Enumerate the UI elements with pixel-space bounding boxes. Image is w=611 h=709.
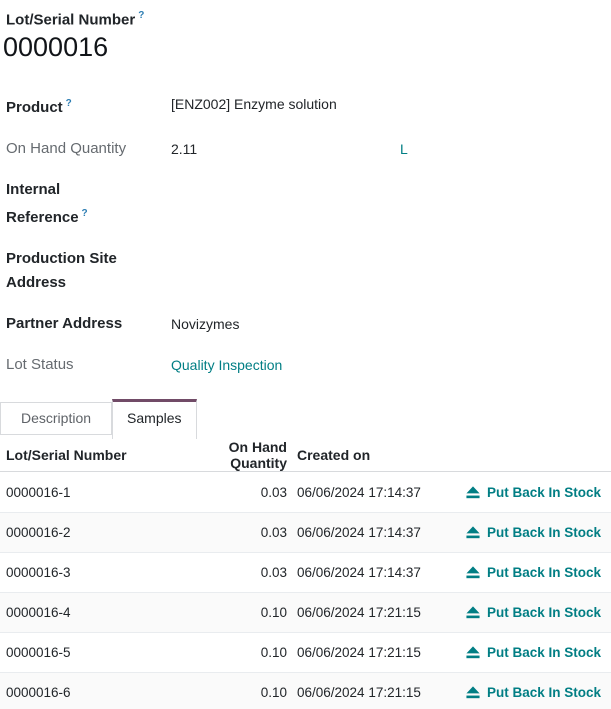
put-back-in-stock-label: Put Back In Stock bbox=[487, 525, 601, 540]
cell-action: Put Back In Stock bbox=[457, 685, 611, 700]
field-internal-reference: Internal Reference? bbox=[6, 178, 611, 230]
header-created-on[interactable]: Created on bbox=[287, 447, 457, 463]
title-label-line: Lot/Serial Number? bbox=[6, 10, 611, 30]
cell-lot-serial-number: 0000016-1 bbox=[0, 485, 176, 500]
field-group: Product? [ENZ002] Enzyme solution On Han… bbox=[0, 92, 611, 377]
field-on-hand-quantity: On Hand Quantity 2.11 L bbox=[6, 137, 611, 161]
put-back-in-stock-label: Put Back In Stock bbox=[487, 605, 601, 620]
put-back-in-stock-button[interactable]: Put Back In Stock bbox=[466, 485, 601, 500]
lot-status-label: Lot Status bbox=[6, 353, 141, 377]
eject-icon bbox=[466, 486, 480, 499]
samples-table: Lot/Serial Number On Hand Quantity Creat… bbox=[0, 439, 611, 709]
tab-samples[interactable]: Samples bbox=[112, 399, 196, 439]
product-value: [ENZ002] Enzyme solution bbox=[171, 92, 611, 120]
cell-action: Put Back In Stock bbox=[457, 645, 611, 660]
internal-reference-label: Internal Reference? bbox=[6, 178, 141, 230]
internal-reference-value bbox=[171, 178, 611, 230]
table-row[interactable]: 0000016-2 0.03 06/06/2024 17:14:37 Put B… bbox=[0, 512, 611, 552]
header-lot-serial-number[interactable]: Lot/Serial Number bbox=[0, 447, 176, 463]
field-partner-address: Partner Address Novizymes bbox=[6, 312, 611, 336]
cell-action: Put Back In Stock bbox=[457, 485, 611, 500]
on-hand-quantity-label: On Hand Quantity bbox=[6, 137, 141, 161]
eject-icon bbox=[466, 606, 480, 619]
cell-on-hand-quantity: 0.10 bbox=[176, 685, 287, 700]
tab-description-label: Description bbox=[21, 410, 91, 426]
lot-serial-value: 0000016 bbox=[3, 30, 611, 64]
table-row[interactable]: 0000016-6 0.10 06/06/2024 17:21:15 Put B… bbox=[0, 672, 611, 709]
cell-lot-serial-number: 0000016-2 bbox=[0, 525, 176, 540]
put-back-in-stock-button[interactable]: Put Back In Stock bbox=[466, 605, 601, 620]
put-back-in-stock-button[interactable]: Put Back In Stock bbox=[466, 565, 601, 580]
cell-lot-serial-number: 0000016-3 bbox=[0, 565, 176, 580]
cell-on-hand-quantity: 0.03 bbox=[176, 565, 287, 580]
lot-status-link[interactable]: Quality Inspection bbox=[171, 353, 282, 377]
help-icon[interactable]: ? bbox=[138, 10, 144, 21]
table-row[interactable]: 0000016-5 0.10 06/06/2024 17:21:15 Put B… bbox=[0, 632, 611, 672]
eject-icon bbox=[466, 646, 480, 659]
cell-created-on: 06/06/2024 17:21:15 bbox=[287, 605, 457, 620]
tab-description[interactable]: Description bbox=[0, 402, 112, 435]
cell-on-hand-quantity: 0.10 bbox=[176, 605, 287, 620]
eject-icon bbox=[466, 566, 480, 579]
cell-on-hand-quantity: 0.03 bbox=[176, 525, 287, 540]
title-block: Lot/Serial Number? 0000016 bbox=[0, 10, 611, 64]
table-row[interactable]: 0000016-1 0.03 06/06/2024 17:14:37 Put B… bbox=[0, 472, 611, 512]
put-back-in-stock-label: Put Back In Stock bbox=[487, 685, 601, 700]
product-label: Product? bbox=[6, 92, 141, 120]
cell-lot-serial-number: 0000016-4 bbox=[0, 605, 176, 620]
cell-lot-serial-number: 0000016-5 bbox=[0, 645, 176, 660]
table-row[interactable]: 0000016-3 0.03 06/06/2024 17:14:37 Put B… bbox=[0, 552, 611, 592]
table-header-row: Lot/Serial Number On Hand Quantity Creat… bbox=[0, 439, 611, 472]
cell-on-hand-quantity: 0.03 bbox=[176, 485, 287, 500]
notebook-tabs: Description Samples bbox=[0, 399, 611, 439]
help-icon[interactable]: ? bbox=[66, 98, 72, 109]
cell-created-on: 06/06/2024 17:21:15 bbox=[287, 645, 457, 660]
table-row[interactable]: 0000016-4 0.10 06/06/2024 17:21:15 Put B… bbox=[0, 592, 611, 632]
cell-created-on: 06/06/2024 17:14:37 bbox=[287, 485, 457, 500]
partner-address-label: Partner Address bbox=[6, 312, 141, 336]
cell-created-on: 06/06/2024 17:21:15 bbox=[287, 685, 457, 700]
header-on-hand-quantity[interactable]: On Hand Quantity bbox=[176, 439, 287, 471]
cell-action: Put Back In Stock bbox=[457, 605, 611, 620]
lot-form: Lot/Serial Number? 0000016 Product? [ENZ… bbox=[0, 0, 611, 709]
cell-created-on: 06/06/2024 17:14:37 bbox=[287, 565, 457, 580]
production-site-address-label: Production Site Address bbox=[6, 247, 141, 295]
table-body: 0000016-1 0.03 06/06/2024 17:14:37 Put B… bbox=[0, 472, 611, 709]
cell-action: Put Back In Stock bbox=[457, 565, 611, 580]
field-lot-status: Lot Status Quality Inspection bbox=[6, 353, 611, 377]
put-back-in-stock-label: Put Back In Stock bbox=[487, 485, 601, 500]
lot-status-value: Quality Inspection bbox=[171, 353, 611, 377]
field-product: Product? [ENZ002] Enzyme solution bbox=[6, 92, 611, 120]
cell-created-on: 06/06/2024 17:14:37 bbox=[287, 525, 457, 540]
cell-action: Put Back In Stock bbox=[457, 525, 611, 540]
put-back-in-stock-button[interactable]: Put Back In Stock bbox=[466, 685, 601, 700]
page-title-label: Lot/Serial Number bbox=[6, 11, 135, 28]
cell-on-hand-quantity: 0.10 bbox=[176, 645, 287, 660]
field-production-site-address: Production Site Address bbox=[6, 247, 611, 295]
quantity-number: 2.11 bbox=[171, 137, 400, 161]
put-back-in-stock-button[interactable]: Put Back In Stock bbox=[466, 645, 601, 660]
put-back-in-stock-button[interactable]: Put Back In Stock bbox=[466, 525, 601, 540]
tab-samples-label: Samples bbox=[127, 410, 181, 426]
on-hand-quantity-value: 2.11 L bbox=[171, 137, 611, 161]
uom-link[interactable]: L bbox=[400, 137, 408, 161]
help-icon[interactable]: ? bbox=[82, 208, 88, 219]
eject-icon bbox=[466, 686, 480, 699]
eject-icon bbox=[466, 526, 480, 539]
partner-address-value: Novizymes bbox=[171, 312, 611, 336]
production-site-address-value bbox=[171, 247, 611, 295]
put-back-in-stock-label: Put Back In Stock bbox=[487, 565, 601, 580]
cell-lot-serial-number: 0000016-6 bbox=[0, 685, 176, 700]
put-back-in-stock-label: Put Back In Stock bbox=[487, 645, 601, 660]
